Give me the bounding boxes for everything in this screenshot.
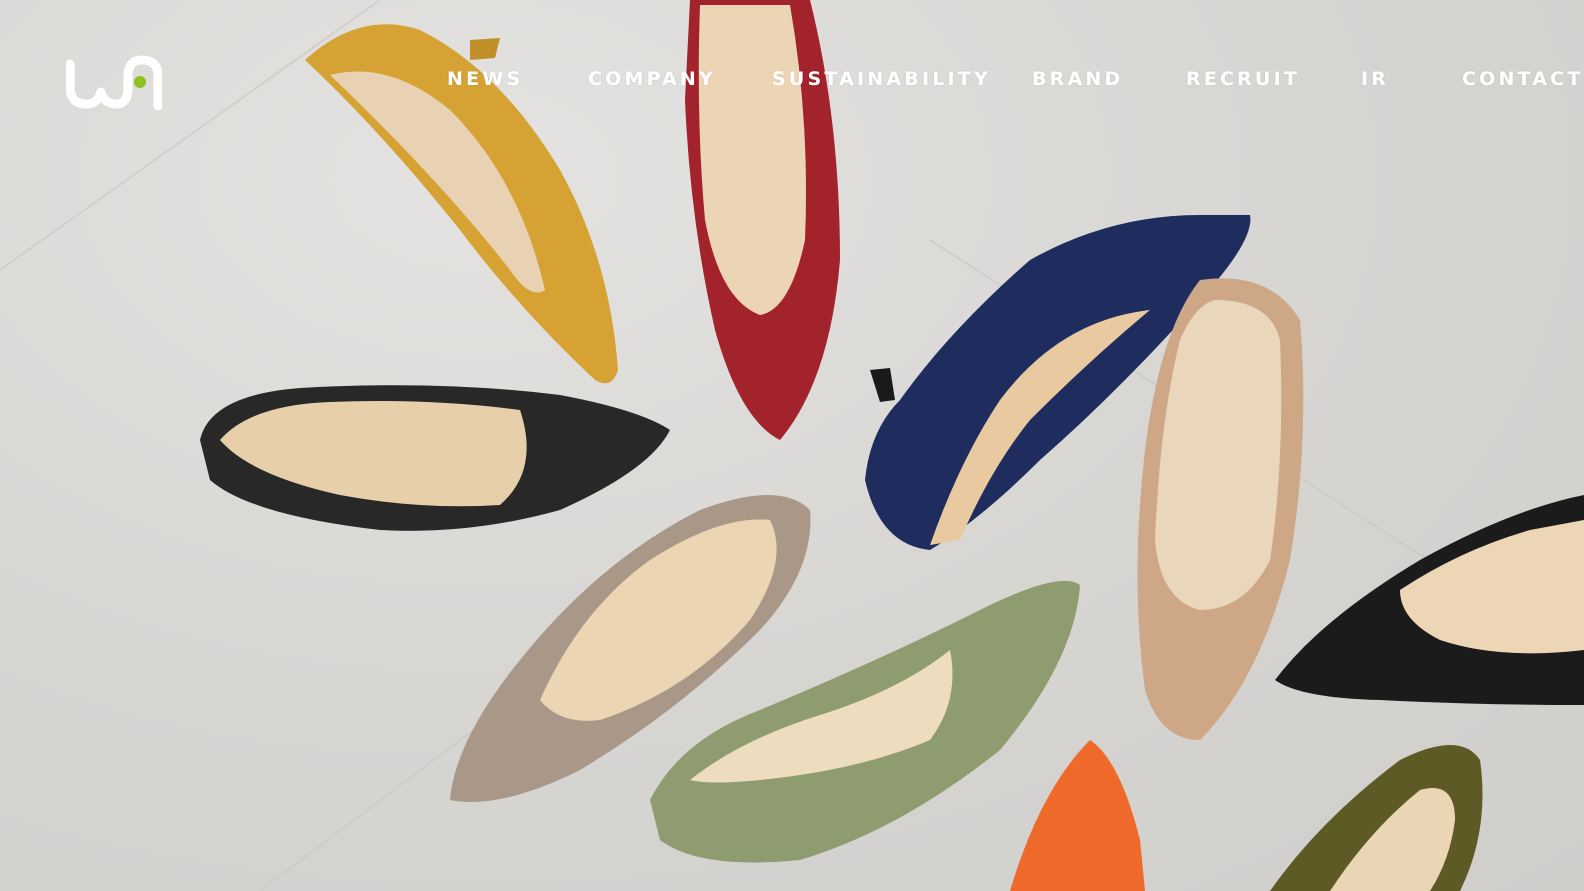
nav-item-company[interactable]: COMPANY: [588, 64, 716, 94]
beige-pump: [1137, 278, 1304, 740]
olive-pump: [1270, 745, 1483, 891]
black-pump: [200, 385, 670, 531]
nav-item-contact[interactable]: CONTACT: [1462, 64, 1584, 94]
nav-item-ir[interactable]: IR: [1361, 64, 1389, 94]
nav-item-recruit[interactable]: RECRUIT: [1186, 64, 1300, 94]
nav-item-news[interactable]: NEWS: [447, 64, 523, 94]
nav-item-sustainability[interactable]: SUSTAINABILITY: [772, 64, 991, 94]
black-suede-pump: [1275, 495, 1584, 705]
nav-item-brand[interactable]: BRAND: [1032, 64, 1124, 94]
orange-pump: [1010, 740, 1145, 891]
main-nav: NEWS COMPANY SUSTAINABILITY BRAND RECRUI…: [0, 64, 1584, 94]
site-header: NEWS COMPANY SUSTAINABILITY BRAND RECRUI…: [0, 0, 1584, 160]
